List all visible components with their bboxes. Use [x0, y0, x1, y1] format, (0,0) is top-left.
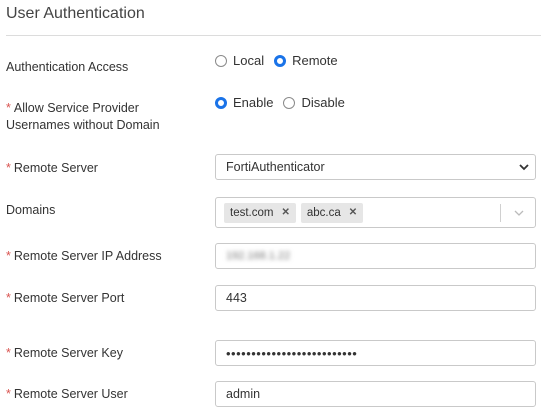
- remove-tag-icon[interactable]: ✕: [281, 207, 289, 218]
- remote-ip-value: 192.168.1.22: [226, 250, 291, 262]
- allow-usernames-radio-group: Enable Disable: [215, 95, 355, 110]
- chevron-down-icon: [519, 164, 529, 171]
- domain-tag: test.com ✕: [224, 202, 296, 223]
- remote-key-label-text: Remote Server Key: [13, 346, 123, 360]
- remote-user-label-text: Remote Server User: [13, 387, 128, 401]
- domains-label-text: Domains: [6, 203, 56, 217]
- remove-tag-icon[interactable]: ✕: [349, 207, 357, 218]
- title-divider: [6, 35, 541, 36]
- allow-usernames-label-line1: Allow Service Provider: [13, 101, 139, 115]
- remote-port-input[interactable]: 443: [215, 285, 536, 311]
- remote-ip-input[interactable]: 192.168.1.22: [215, 243, 536, 269]
- allow-usernames-label: * Allow Service Provider Usernames withou…: [6, 100, 160, 134]
- remote-server-label-text: Remote Server: [13, 161, 98, 175]
- auth-access-label-text: Authentication Access: [6, 60, 129, 74]
- required-asterisk: *: [6, 346, 11, 360]
- section-title: User Authentication: [6, 5, 145, 22]
- required-asterisk: *: [6, 291, 11, 305]
- remote-server-value: FortiAuthenticator: [226, 160, 325, 174]
- radio-enable-label: Enable: [233, 95, 274, 110]
- auth-access-radio-group: Local Remote: [215, 53, 348, 68]
- radio-disable-indicator[interactable]: [283, 96, 296, 109]
- radio-remote[interactable]: Remote: [274, 53, 338, 68]
- remote-server-select[interactable]: FortiAuthenticator: [215, 154, 536, 180]
- auth-access-label: Authentication Access: [6, 59, 128, 76]
- remote-server-label: * Remote Server: [6, 160, 98, 177]
- domain-tag-label: abc.ca: [306, 206, 341, 219]
- remote-key-value: ••••••••••••••••••••••••••: [226, 345, 358, 361]
- domain-tag: abc.ca ✕: [300, 202, 364, 223]
- remote-port-label-text: Remote Server Port: [13, 291, 125, 305]
- domain-tag-label: test.com: [230, 206, 274, 219]
- remote-ip-label-text: Remote Server IP Address: [13, 249, 162, 263]
- radio-disable[interactable]: Disable: [283, 95, 345, 110]
- domains-label: Domains: [6, 202, 55, 219]
- required-asterisk: *: [6, 161, 11, 175]
- radio-local[interactable]: Local: [215, 53, 264, 68]
- radio-remote-indicator[interactable]: [274, 54, 287, 67]
- remote-port-value: 443: [226, 291, 247, 305]
- remote-key-password-input[interactable]: ••••••••••••••••••••••••••: [215, 340, 536, 366]
- remote-port-label: * Remote Server Port: [6, 290, 124, 307]
- radio-local-label: Local: [233, 53, 265, 68]
- required-asterisk: *: [6, 249, 11, 263]
- remote-ip-label: * Remote Server IP Address: [6, 248, 162, 265]
- required-asterisk: *: [6, 101, 11, 115]
- radio-disable-label: Disable: [301, 95, 345, 110]
- radio-enable[interactable]: Enable: [215, 95, 273, 110]
- remote-user-input[interactable]: admin: [215, 381, 536, 407]
- radio-local-indicator[interactable]: [215, 54, 227, 67]
- remote-key-label: * Remote Server Key: [6, 345, 123, 362]
- dropdown-separator: [500, 204, 501, 222]
- remote-user-value: admin: [226, 387, 261, 401]
- required-asterisk: *: [6, 387, 11, 401]
- domains-multiselect[interactable]: test.com ✕ abc.ca ✕: [215, 197, 536, 228]
- remote-user-label: * Remote Server User: [6, 386, 128, 403]
- chevron-down-icon[interactable]: [513, 207, 525, 219]
- radio-enable-indicator[interactable]: [215, 96, 227, 109]
- radio-remote-label: Remote: [292, 53, 338, 68]
- allow-usernames-label-line2: Usernames without Domain: [6, 118, 160, 132]
